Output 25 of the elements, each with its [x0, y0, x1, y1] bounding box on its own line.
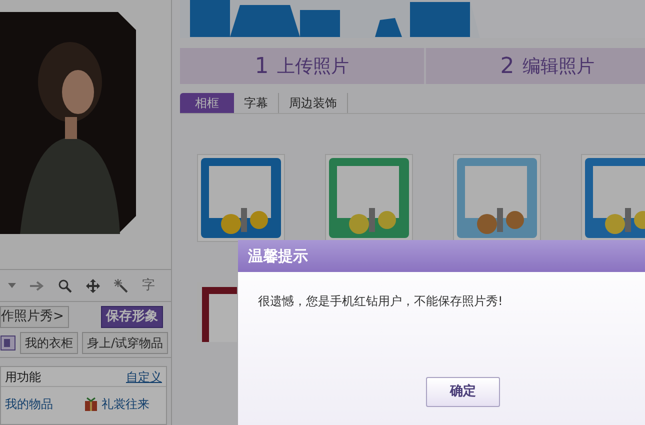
photo-show-button[interactable]: 作照片秀> [0, 306, 69, 328]
function-link[interactable]: 礼裳往来 [102, 395, 150, 413]
wardrobe-button[interactable]: 我的衣柜 [20, 332, 78, 354]
tab[interactable]: 周边装饰 [278, 93, 348, 113]
move-icon[interactable] [86, 278, 100, 292]
ok-button[interactable]: 确定 [426, 377, 500, 407]
tab[interactable]: 相框 [180, 93, 234, 113]
step-number: 1 [254, 52, 269, 80]
caret-down-icon[interactable] [8, 283, 16, 288]
step-label: 编辑照片 [522, 54, 594, 78]
magic-wand-icon[interactable] [114, 278, 128, 292]
text-tool-button[interactable]: 字 [142, 276, 155, 296]
dialog-title: 温馨提示 [238, 240, 645, 272]
step-label: 上传照片 [276, 54, 349, 78]
section-title: 用功能 [5, 368, 41, 386]
step-number: 2 [500, 52, 514, 80]
gift-icon [84, 397, 98, 411]
save-button[interactable]: 保存形象 [101, 306, 163, 328]
function-link[interactable]: 我的物品 [5, 395, 53, 413]
customize-link[interactable]: 自定义 [126, 368, 162, 386]
tab[interactable]: 字幕 [234, 93, 278, 113]
wardrobe-button[interactable]: 身上/试穿物品 [82, 332, 168, 354]
search-icon[interactable] [58, 278, 72, 292]
wardrobe-icon [0, 334, 16, 350]
dialog-message: 很遗憾，您是手机红钻用户，不能保存照片秀! [257, 293, 504, 310]
